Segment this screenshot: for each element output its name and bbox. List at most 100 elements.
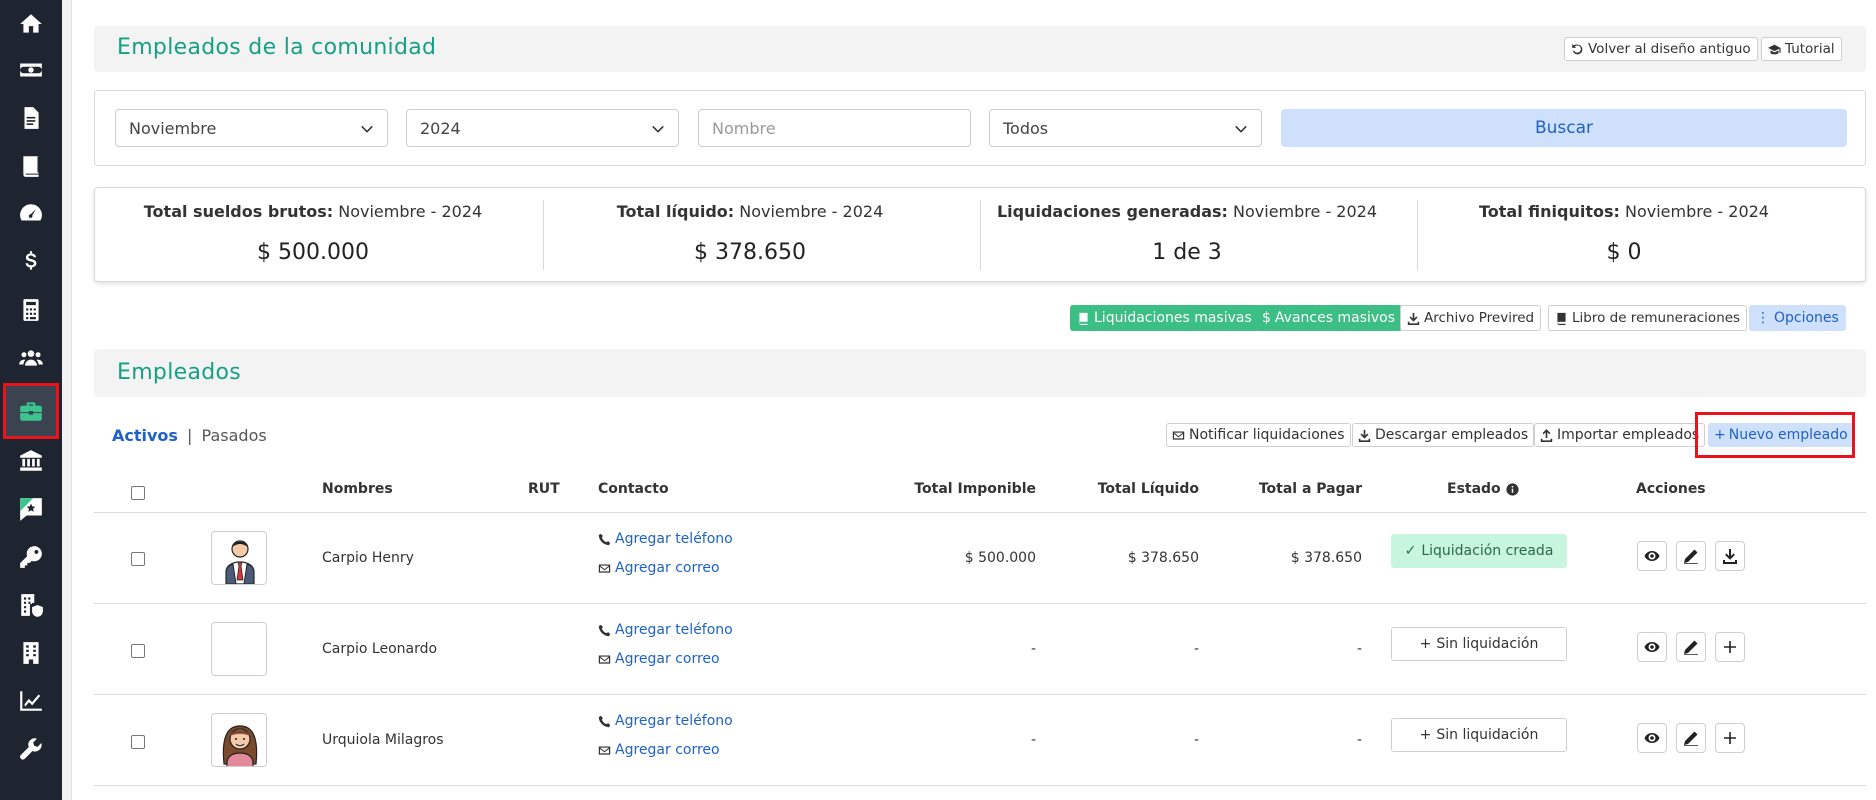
- key-icon[interactable]: [0, 533, 62, 581]
- download-icon: [1407, 312, 1420, 325]
- add-phone-link[interactable]: Agregar teléfono: [598, 622, 733, 638]
- book-icon: [1079, 312, 1088, 325]
- summary-settlements-value: $ 0: [1606, 240, 1642, 265]
- avatar: [211, 531, 267, 585]
- select-all-checkbox[interactable]: [131, 486, 145, 500]
- employees-header: Empleados: [94, 349, 1866, 397]
- people-icon[interactable]: [0, 334, 62, 382]
- options-label: Opciones: [1774, 310, 1839, 326]
- home-icon[interactable]: [0, 0, 62, 48]
- status-select[interactable]: Todos: [989, 109, 1262, 147]
- add-email-link[interactable]: Agregar correo: [598, 742, 720, 758]
- summary-settlements-label: Total finiquitos:: [1479, 202, 1620, 221]
- pay-value: -: [1356, 641, 1362, 657]
- edit-button[interactable]: [1676, 632, 1706, 662]
- mass-liquidations-label: Liquidaciones masivas: [1094, 310, 1252, 326]
- options-button[interactable]: ⋮ Opciones: [1749, 305, 1846, 331]
- pencil-icon: [1684, 640, 1698, 655]
- filters-panel: Noviembre 2024 Nombre Todos Buscar: [94, 90, 1866, 166]
- tab-past[interactable]: Pasados: [202, 426, 267, 445]
- col-status-label: Estado: [1447, 481, 1501, 497]
- col-net: Total Líquido: [1097, 481, 1199, 497]
- old-design-button[interactable]: Volver al diseño antiguo: [1564, 37, 1758, 61]
- payroll-book-button[interactable]: Libro de remuneraciones: [1548, 305, 1748, 331]
- calculator-icon[interactable]: [0, 286, 62, 334]
- building-shield-icon[interactable]: [0, 581, 62, 629]
- row-checkbox[interactable]: [131, 552, 145, 566]
- building-icon[interactable]: [0, 629, 62, 677]
- tutorial-button[interactable]: Tutorial: [1761, 37, 1842, 61]
- taxable-value: $ 500.000: [964, 550, 1036, 566]
- wrench-icon[interactable]: [0, 725, 62, 773]
- add-email-link[interactable]: Agregar correo: [598, 560, 720, 576]
- eye-icon: [1644, 551, 1660, 561]
- summary-net: Total líquido: Noviembre - 2024 $ 378.65…: [532, 188, 968, 281]
- view-button[interactable]: [1637, 632, 1667, 662]
- page-title: Empleados de la comunidad: [117, 35, 437, 60]
- summary-generated-period: Noviembre - 2024: [1227, 202, 1378, 221]
- status-button[interactable]: + Sin liquidación: [1391, 718, 1567, 752]
- vertical-dots-icon: ⋮: [1756, 310, 1770, 326]
- money-icon[interactable]: [0, 46, 62, 94]
- search-button[interactable]: Buscar: [1281, 109, 1847, 147]
- add-email-label: Agregar correo: [615, 742, 720, 758]
- phone-icon: [598, 624, 611, 636]
- year-select[interactable]: 2024: [406, 109, 679, 147]
- month-select[interactable]: Noviembre: [115, 109, 388, 147]
- dollar-icon[interactable]: [0, 238, 62, 286]
- name-input[interactable]: Nombre: [698, 109, 971, 147]
- previred-button[interactable]: Archivo Previred: [1400, 305, 1542, 331]
- notify-liquidations-label: Notificar liquidaciones: [1189, 427, 1345, 443]
- employees-title: Empleados: [117, 360, 242, 385]
- bank-icon[interactable]: [0, 437, 62, 485]
- employee-name: Carpio Leonardo: [322, 641, 438, 657]
- table-row: Carpio Leonardo Agregar teléfono Agregar…: [94, 604, 1866, 695]
- add-phone-link[interactable]: Agregar teléfono: [598, 713, 733, 729]
- download-employees-button[interactable]: Descargar empleados: [1352, 423, 1535, 447]
- payroll-book-label: Libro de remuneraciones: [1572, 310, 1741, 326]
- info-icon[interactable]: [1506, 482, 1519, 496]
- add-phone-link[interactable]: Agregar teléfono: [598, 531, 733, 547]
- import-employees-button[interactable]: Importar empleados: [1534, 423, 1706, 447]
- summary-generated-label: Liquidaciones generadas:: [996, 202, 1228, 221]
- gauge-icon[interactable]: [0, 190, 62, 238]
- pencil-icon: [1684, 731, 1698, 746]
- briefcase-icon[interactable]: [3, 383, 59, 439]
- mass-advances-button[interactable]: $ Avances masivos: [1255, 305, 1403, 331]
- page-header: Empleados de la comunidad Volver al dise…: [94, 26, 1866, 72]
- chart-line-icon[interactable]: [0, 677, 62, 725]
- col-status: Estado: [1447, 481, 1519, 497]
- status-badge[interactable]: ✓ Liquidación creada: [1391, 534, 1567, 568]
- tab-active[interactable]: Activos: [112, 426, 178, 445]
- download-employees-label: Descargar empleados: [1375, 427, 1529, 443]
- avatar: [211, 713, 267, 767]
- col-name: Nombres: [322, 481, 393, 497]
- female-avatar-icon: [222, 725, 258, 766]
- pay-value: -: [1356, 732, 1362, 748]
- row-checkbox[interactable]: [131, 735, 145, 749]
- book-icon[interactable]: [0, 142, 62, 190]
- add-email-link[interactable]: Agregar correo: [598, 651, 720, 667]
- add-phone-label: Agregar teléfono: [615, 622, 733, 638]
- col-pay: Total a Pagar: [1258, 481, 1362, 497]
- download-button[interactable]: [1715, 541, 1745, 571]
- row-checkbox[interactable]: [131, 644, 145, 658]
- add-liquidation-button[interactable]: [1715, 723, 1745, 753]
- summary-gross-value: $ 500.000: [257, 240, 369, 265]
- add-liquidation-button[interactable]: [1715, 632, 1745, 662]
- add-phone-label: Agregar teléfono: [615, 713, 733, 729]
- document-icon[interactable]: [0, 94, 62, 142]
- col-contact: Contacto: [598, 481, 669, 497]
- book-icon: [1557, 312, 1566, 325]
- mass-liquidations-button[interactable]: Liquidaciones masivas: [1070, 305, 1259, 331]
- view-button[interactable]: [1637, 541, 1667, 571]
- view-button[interactable]: [1637, 723, 1667, 753]
- main-content: Empleados de la comunidad Volver al dise…: [94, 0, 1866, 800]
- edit-button[interactable]: [1676, 541, 1706, 571]
- status-button[interactable]: + Sin liquidación: [1391, 627, 1567, 661]
- notify-liquidations-button[interactable]: Notificar liquidaciones: [1166, 423, 1351, 447]
- star-chat-icon[interactable]: [0, 485, 62, 533]
- edit-button[interactable]: [1676, 723, 1706, 753]
- summary-net-period: Noviembre - 2024: [734, 202, 884, 221]
- employee-name: Carpio Henry: [322, 550, 414, 566]
